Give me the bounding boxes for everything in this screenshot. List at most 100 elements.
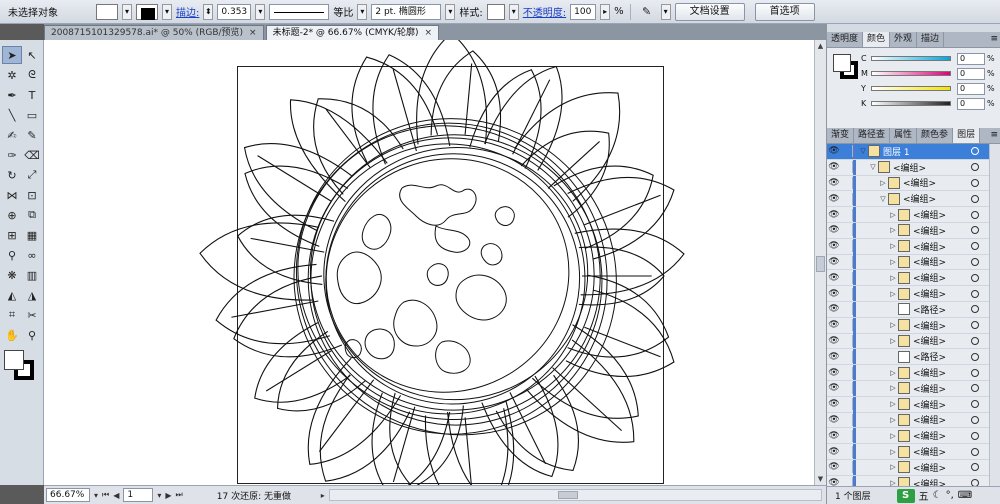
last-page-icon[interactable]: ⏭ (176, 490, 183, 500)
tab-appearance[interactable]: 外观 (890, 32, 918, 47)
zoom-dropdown-icon[interactable]: ▾ (94, 491, 98, 500)
lock-toggle[interactable] (841, 382, 853, 395)
channel-slider[interactable] (871, 56, 951, 61)
layer-row[interactable]: 👁 ▷ <编组> (827, 270, 1000, 287)
stroke-link[interactable]: 描边: (176, 4, 199, 19)
expand-arrow-icon[interactable]: ▷ (888, 384, 898, 392)
scroll-up-icon[interactable]: ▲ (815, 40, 826, 52)
ime-logo-icon[interactable]: S (896, 488, 915, 503)
lock-toggle[interactable] (841, 303, 853, 316)
layer-row[interactable]: 👁 ▷ <编组> (827, 222, 1000, 239)
layers-scrollbar[interactable] (989, 144, 1000, 504)
eraser-tool-icon[interactable]: ⌫ (22, 146, 42, 164)
stroke-swatch[interactable] (136, 3, 158, 20)
target-circle-icon[interactable] (971, 400, 979, 409)
lock-toggle[interactable] (841, 445, 853, 458)
layer-row[interactable]: 👁 ▷ <编组> (827, 238, 1000, 255)
target-circle-icon[interactable] (971, 242, 979, 251)
page-dropdown-icon[interactable]: ▾ (157, 491, 161, 500)
visibility-eye-icon[interactable]: 👁 (827, 352, 841, 362)
expand-arrow-icon[interactable]: ▷ (888, 290, 898, 298)
lock-toggle[interactable] (841, 192, 853, 205)
column-graph-tool-icon[interactable]: ▥ (22, 266, 42, 284)
stroke-weight-dropdown-icon[interactable]: ▾ (255, 3, 266, 20)
lock-toggle[interactable] (841, 461, 853, 474)
hand-tool-icon[interactable]: ✋ (2, 326, 22, 344)
selection-tool-icon[interactable]: ➤ (2, 46, 22, 64)
opacity-link[interactable]: 不透明度: (523, 4, 566, 19)
eyedropper-tool-icon[interactable]: ⚲ (2, 246, 22, 264)
next-page-icon[interactable]: ▶ (165, 491, 171, 500)
expand-arrow-icon[interactable]: ▽ (878, 195, 888, 203)
target-circle-icon[interactable] (971, 352, 979, 361)
opacity-dropdown-icon[interactable]: ▸ (600, 3, 611, 20)
target-circle-icon[interactable] (971, 289, 979, 298)
visibility-eye-icon[interactable]: 👁 (827, 194, 841, 204)
lock-toggle[interactable] (841, 366, 853, 379)
expand-arrow-icon[interactable]: ▷ (888, 432, 898, 440)
panel-menu-icon[interactable]: ≡ (987, 32, 1000, 47)
visibility-eye-icon[interactable]: 👁 (827, 178, 841, 188)
brush-definition[interactable]: 2 pt. 椭圆形 (371, 3, 442, 20)
lock-toggle[interactable] (841, 255, 853, 268)
ime-keyboard-icon[interactable]: ⌨ (958, 490, 972, 501)
opacity-input[interactable]: 100 (570, 3, 597, 20)
lasso-tool-icon[interactable]: ᘓ (22, 66, 42, 84)
target-circle-icon[interactable] (971, 210, 979, 219)
target-circle-icon[interactable] (971, 305, 979, 314)
pencil-tool-icon[interactable]: ✎ (22, 126, 42, 144)
magic-wand-tool-icon[interactable]: ✲ (2, 66, 22, 84)
lock-toggle[interactable] (841, 224, 853, 237)
visibility-eye-icon[interactable]: 👁 (827, 415, 841, 425)
target-circle-icon[interactable] (971, 321, 979, 330)
document-setup-button[interactable]: 文档设置 (674, 2, 745, 21)
expand-arrow-icon[interactable]: ▽ (858, 147, 868, 155)
expand-arrow-icon[interactable]: ▷ (888, 448, 898, 456)
perspective-grid-tool-icon[interactable]: ⧉ (22, 206, 42, 224)
close-icon[interactable]: × (424, 26, 432, 40)
lock-toggle[interactable] (841, 176, 853, 189)
target-circle-icon[interactable] (971, 178, 979, 187)
status-menu-icon[interactable]: ▸ (321, 491, 325, 500)
visibility-eye-icon[interactable]: 👁 (827, 320, 841, 330)
close-icon[interactable]: × (249, 26, 257, 40)
target-circle-icon[interactable] (971, 415, 979, 424)
channel-value[interactable]: 0 (957, 52, 985, 65)
lock-toggle[interactable] (841, 319, 853, 332)
type-tool-icon[interactable]: T (22, 86, 42, 104)
tab-layers[interactable]: 图层 (953, 128, 981, 143)
target-circle-icon[interactable] (971, 147, 979, 156)
channel-value[interactable]: 0 (957, 82, 985, 95)
channel-value[interactable]: 0 (957, 97, 985, 110)
stroke-weight-input[interactable]: 0.353 (217, 3, 252, 20)
channel-slider[interactable] (871, 71, 951, 76)
ime-mode[interactable]: 五 (919, 488, 929, 503)
layer-row[interactable]: 👁 ▷ <编组> (827, 286, 1000, 302)
ime-toolbar[interactable]: S 五 ☾ °, ⌨ (896, 488, 972, 503)
gradient-tool-icon[interactable]: ▦ (22, 226, 42, 244)
lock-toggle[interactable] (841, 413, 853, 426)
scroll-down-icon[interactable]: ▼ (815, 473, 826, 485)
ime-punctuation-icon[interactable]: °, (946, 490, 954, 501)
target-circle-icon[interactable] (971, 447, 979, 456)
preferences-button[interactable]: 首选项 (754, 2, 815, 21)
visibility-eye-icon[interactable]: 👁 (827, 162, 841, 172)
blob-brush-tool-icon[interactable]: ✑ (2, 146, 22, 164)
layer-row[interactable]: 👁 ▷ <编组> (827, 444, 1000, 460)
lock-toggle[interactable] (841, 271, 853, 284)
lock-toggle[interactable] (841, 145, 853, 158)
scale-tool-icon[interactable]: ⤢ (22, 166, 42, 184)
tab-pathfinder[interactable]: 路径查 (854, 128, 891, 143)
ime-moon-icon[interactable]: ☾ (933, 490, 942, 501)
target-circle-icon[interactable] (971, 273, 979, 282)
recolor-icon[interactable]: ✎ (637, 3, 657, 21)
lock-toggle[interactable] (841, 161, 853, 174)
page-input[interactable]: 1 (123, 488, 154, 502)
tab-color[interactable]: 颜色 (863, 32, 891, 47)
layer-row[interactable]: 👁 ▷ <编组> (827, 428, 1000, 445)
zoom-tool-icon[interactable]: ⚲ (22, 326, 42, 344)
target-circle-icon[interactable] (971, 194, 979, 203)
layer-row[interactable]: 👁 ▽ 图层 1 (827, 144, 1000, 160)
scroll-thumb[interactable] (557, 491, 578, 499)
lock-toggle[interactable] (841, 398, 853, 411)
